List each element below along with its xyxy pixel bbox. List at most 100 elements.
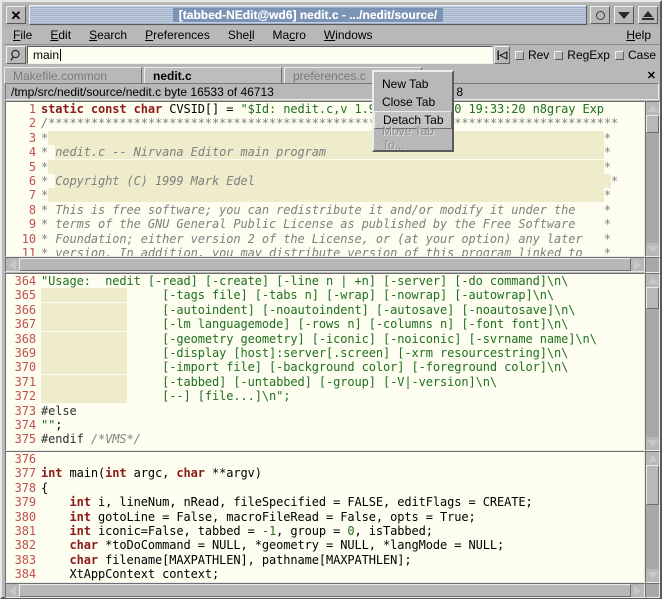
line-number: 2 <box>6 116 36 130</box>
pane-resize-grip[interactable] <box>645 257 660 273</box>
code-span: * <box>604 131 611 145</box>
code-span: char <box>70 553 106 567</box>
editor-pane-middle[interactable]: 364"Usage: nedit [-read] [-create] [-lin… <box>5 273 645 451</box>
line-number: 8 <box>6 203 36 217</box>
tab-nedit-c[interactable]: nedit.c <box>144 67 282 83</box>
line-number: 376 <box>6 452 36 466</box>
menu-edit[interactable]: Edit <box>41 27 80 43</box>
code-span: i, lineNum, nRead, fileSpecified = FALSE… <box>98 495 533 509</box>
line-number: 3 <box>6 131 36 145</box>
scroll-up-arrow[interactable] <box>646 452 659 465</box>
toggle-rev[interactable]: Rev <box>515 48 549 62</box>
code-span: int <box>70 524 99 538</box>
scroll-down-arrow[interactable] <box>646 243 659 256</box>
scroll-up-arrow[interactable] <box>646 274 659 287</box>
menu-file[interactable]: File <box>4 27 41 43</box>
context-menu-item-new-tab[interactable]: New Tab <box>374 75 452 93</box>
code-span <box>48 131 604 145</box>
code-span: 0 <box>347 524 354 538</box>
line-number: 383 <box>6 553 36 567</box>
code-line: 3* * <box>6 131 644 145</box>
menu-shell[interactable]: Shell <box>219 27 264 43</box>
context-menu-label: Move Tab To... <box>382 124 452 152</box>
magnifier-icon <box>10 49 23 62</box>
window-close-button[interactable]: ✕ <box>6 6 26 24</box>
toggle-case[interactable]: Case <box>615 48 656 62</box>
scroll-thumb[interactable] <box>646 287 659 309</box>
toggle-rev-label: Rev <box>528 48 549 62</box>
code-line: 11* version. In addition, you may distri… <box>6 246 644 257</box>
search-clear-button[interactable]: |◁ <box>494 46 510 64</box>
code-span: * This is free software; you can redistr… <box>41 203 611 217</box>
vertical-scrollbar-top[interactable] <box>645 101 660 257</box>
scroll-up-arrow[interactable] <box>646 102 659 115</box>
code-span <box>48 160 604 174</box>
nedit-window: ✕ [tabbed-NEdit@wd6] nedit.c - .../nedit… <box>0 0 662 599</box>
scroll-left-arrow[interactable] <box>6 584 19 597</box>
tab-label: preferences.c <box>293 69 366 83</box>
line-number: 1 <box>6 102 36 116</box>
context-menu-item-close-tab[interactable]: Close Tab <box>374 93 452 111</box>
code-span <box>41 553 70 567</box>
scroll-thumb[interactable] <box>646 465 659 505</box>
vertical-scrollbar-middle[interactable] <box>645 273 660 451</box>
horizontal-scrollbar-top[interactable] <box>5 257 645 272</box>
context-menu-label: Close Tab <box>382 95 435 109</box>
menu-search[interactable]: Search <box>80 27 136 43</box>
editor-pane-bottom[interactable]: 376377int main(int argc, char **argv)378… <box>5 451 645 583</box>
editor-pane-top[interactable]: 1static const char CVSID[] = "$Id: nedit… <box>5 101 645 257</box>
toggle-regexp[interactable]: RegExp <box>554 48 610 62</box>
code-line: 373#else <box>6 404 644 418</box>
code-line: 9* terms of the GNU General Public Licen… <box>6 217 644 231</box>
code-line: 6* Copyright (C) 1999 Mark Edel * <box>6 174 644 188</box>
code-line: 374""; <box>6 418 644 432</box>
code-span: [-tags file] [-tabs n] [-wrap] [-nowrap]… <box>127 288 554 302</box>
scroll-thumb[interactable] <box>646 115 659 133</box>
line-number: 378 <box>6 481 36 495</box>
window-restore-button[interactable] <box>638 6 658 24</box>
scroll-thumb[interactable] <box>19 584 631 597</box>
code-line: 380 int gotoLine = False, macroFileRead … <box>6 510 644 524</box>
code-span: { <box>41 481 48 495</box>
clear-icon: |◁ <box>497 50 508 61</box>
scroll-right-arrow[interactable] <box>631 258 644 271</box>
code-line: 367 [-lm languagemode] [-rows n] [-colum… <box>6 317 644 331</box>
code-line: 364"Usage: nedit [-read] [-create] [-lin… <box>6 274 644 288</box>
code-line: 371 [-tabbed] [-untabbed] [-group] [-V|-… <box>6 375 644 389</box>
code-span <box>41 389 127 403</box>
checkbox-icon <box>554 51 563 60</box>
line-number: 375 <box>6 432 36 446</box>
window-minimize-button[interactable] <box>590 6 610 24</box>
code-span: * <box>611 174 618 188</box>
line-number: 4 <box>6 145 36 159</box>
line-number: 369 <box>6 346 36 360</box>
line-number: 373 <box>6 404 36 418</box>
code-span: [-autoindent] [-noautoindent] [-autosave… <box>127 303 576 317</box>
vertical-scrollbar-bottom[interactable] <box>645 451 660 583</box>
menu-preferences[interactable]: Preferences <box>136 27 219 43</box>
scroll-left-arrow[interactable] <box>6 258 19 271</box>
horizontal-scrollbar-bottom[interactable] <box>5 583 645 598</box>
close-icon: ✕ <box>11 9 22 22</box>
code-span: /***************************************… <box>41 116 618 130</box>
window-maximize-button[interactable] <box>614 6 634 24</box>
search-input[interactable]: main <box>27 46 493 64</box>
scroll-down-arrow[interactable] <box>646 437 659 450</box>
menu-help[interactable]: Help <box>617 27 660 43</box>
scroll-right-arrow[interactable] <box>631 584 644 597</box>
code-span: iconic=False, tabbed = <box>98 524 262 538</box>
code-line: 5* * <box>6 160 644 174</box>
scroll-thumb[interactable] <box>19 258 631 271</box>
tab-close-button[interactable]: ✕ <box>647 69 656 83</box>
tab-makefile-common[interactable]: Makefile.common <box>4 67 142 83</box>
menu-windows[interactable]: Windows <box>315 27 382 43</box>
code-line: 384 XtAppContext context; <box>6 567 644 581</box>
search-icon-button[interactable] <box>6 46 26 64</box>
code-span <box>41 495 70 509</box>
menu-macro[interactable]: Macro <box>264 27 315 43</box>
code-line: 1static const char CVSID[] = "$Id: nedit… <box>6 102 644 116</box>
code-span: * terms of the GNU General Public Licens… <box>41 217 611 231</box>
scroll-down-arrow[interactable] <box>646 569 659 582</box>
code-span: [-geometry geometry] [-iconic] [-noiconi… <box>127 332 597 346</box>
code-span: CVSID[] = <box>169 102 240 116</box>
